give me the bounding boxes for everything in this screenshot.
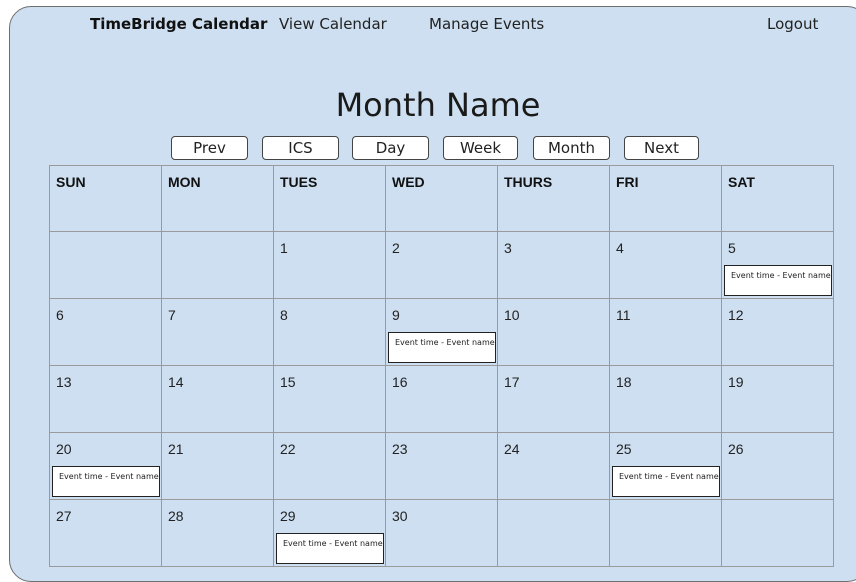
weekday-header-sat: SAT bbox=[721, 165, 834, 232]
day-number: 11 bbox=[616, 307, 631, 323]
day-number: 12 bbox=[728, 307, 744, 323]
day-number: 7 bbox=[168, 307, 176, 323]
week-row: 20 Event time - Event name 21 22 23 24 25 Event… bbox=[49, 432, 834, 500]
nav-view-calendar[interactable]: View Calendar bbox=[279, 15, 387, 33]
day-cell[interactable]: 16 bbox=[385, 365, 498, 433]
day-cell[interactable]: 25 Event time - Event name bbox=[609, 432, 722, 500]
day-cell[interactable]: 22 bbox=[273, 432, 386, 500]
day-cell[interactable]: 15 bbox=[273, 365, 386, 433]
event-item[interactable]: Event time - Event name bbox=[612, 466, 720, 497]
week-view-button[interactable]: Week bbox=[443, 136, 518, 160]
next-button[interactable]: Next bbox=[624, 136, 699, 160]
day-cell[interactable]: 3 bbox=[497, 231, 610, 299]
calendar-grid: SUN MON TUES WED THURS FRI SAT 1 2 3 4 5 Even… bbox=[49, 165, 834, 567]
day-number: 17 bbox=[504, 374, 520, 390]
day-number: 2 bbox=[392, 240, 400, 256]
day-cell[interactable]: 18 bbox=[609, 365, 722, 433]
day-cell[interactable]: 9 Event time - Event name bbox=[385, 298, 498, 366]
weekday-header-mon: MON bbox=[161, 165, 274, 232]
day-cell bbox=[609, 499, 722, 567]
day-cell[interactable]: 4 bbox=[609, 231, 722, 299]
day-cell[interactable]: 12 bbox=[721, 298, 834, 366]
day-cell[interactable]: 21 bbox=[161, 432, 274, 500]
weekday-header-fri: FRI bbox=[609, 165, 722, 232]
event-item[interactable]: Event time - Event name bbox=[276, 533, 384, 564]
month-view-button[interactable]: Month bbox=[533, 136, 610, 160]
day-number: 28 bbox=[168, 508, 184, 524]
day-view-button[interactable]: Day bbox=[352, 136, 429, 160]
day-number: 21 bbox=[168, 441, 184, 457]
day-cell[interactable]: 14 bbox=[161, 365, 274, 433]
week-row: 27 28 29 Event time - Event name 30 bbox=[49, 499, 834, 567]
day-cell[interactable]: 7 bbox=[161, 298, 274, 366]
day-cell[interactable]: 1 bbox=[273, 231, 386, 299]
event-item[interactable]: Event time - Event name bbox=[388, 332, 496, 363]
day-cell[interactable]: 24 bbox=[497, 432, 610, 500]
day-number: 22 bbox=[280, 441, 296, 457]
logout-link[interactable]: Logout bbox=[767, 15, 818, 33]
day-number: 13 bbox=[56, 374, 72, 390]
day-number: 18 bbox=[616, 374, 632, 390]
ics-button[interactable]: ICS bbox=[262, 136, 339, 160]
day-cell[interactable]: 5 Event time - Event name bbox=[721, 231, 834, 299]
app-brand[interactable]: TimeBridge Calendar bbox=[90, 15, 267, 33]
event-item[interactable]: Event time - Event name bbox=[724, 265, 832, 296]
day-number: 29 bbox=[280, 508, 296, 524]
day-cell[interactable]: 29 Event time - Event name bbox=[273, 499, 386, 567]
day-cell bbox=[161, 231, 274, 299]
day-number: 5 bbox=[728, 240, 736, 256]
day-number: 23 bbox=[392, 441, 408, 457]
prev-button[interactable]: Prev bbox=[171, 136, 248, 160]
day-cell[interactable]: 26 bbox=[721, 432, 834, 500]
day-cell[interactable]: 13 bbox=[49, 365, 162, 433]
day-cell[interactable]: 19 bbox=[721, 365, 834, 433]
day-number: 8 bbox=[280, 307, 288, 323]
day-cell[interactable]: 23 bbox=[385, 432, 498, 500]
event-item[interactable]: Event time - Event name bbox=[52, 466, 160, 497]
day-number: 6 bbox=[56, 307, 64, 323]
day-cell[interactable]: 30 bbox=[385, 499, 498, 567]
weekday-header-row: SUN MON TUES WED THURS FRI SAT bbox=[49, 165, 834, 232]
day-cell[interactable]: 6 bbox=[49, 298, 162, 366]
weekday-header-sun: SUN bbox=[49, 165, 162, 232]
nav-manage-events[interactable]: Manage Events bbox=[429, 15, 544, 33]
day-cell bbox=[497, 499, 610, 567]
weekday-header-wed: WED bbox=[385, 165, 498, 232]
day-number: 26 bbox=[728, 441, 744, 457]
week-row: 13 14 15 16 17 18 19 bbox=[49, 365, 834, 433]
day-number: 30 bbox=[392, 508, 408, 524]
day-number: 3 bbox=[504, 240, 512, 256]
day-cell[interactable]: 27 bbox=[49, 499, 162, 567]
day-number: 1 bbox=[280, 240, 288, 256]
day-number: 16 bbox=[392, 374, 408, 390]
day-number: 15 bbox=[280, 374, 296, 390]
day-cell bbox=[721, 499, 834, 567]
week-row: 6 7 8 9 Event time - Event name 10 11 12 bbox=[49, 298, 834, 366]
day-cell[interactable]: 28 bbox=[161, 499, 274, 567]
week-row: 1 2 3 4 5 Event time - Event name bbox=[49, 231, 834, 299]
day-cell[interactable]: 8 bbox=[273, 298, 386, 366]
day-number: 19 bbox=[728, 374, 744, 390]
day-number: 24 bbox=[504, 441, 520, 457]
weekday-header-thu: THURS bbox=[497, 165, 610, 232]
page-title: Month Name bbox=[335, 86, 541, 124]
day-cell[interactable]: 2 bbox=[385, 231, 498, 299]
day-cell bbox=[49, 231, 162, 299]
weekday-header-tue: TUES bbox=[273, 165, 386, 232]
day-number: 20 bbox=[56, 441, 72, 457]
day-cell[interactable]: 17 bbox=[497, 365, 610, 433]
day-number: 14 bbox=[168, 374, 184, 390]
day-number: 27 bbox=[56, 508, 72, 524]
day-number: 25 bbox=[616, 441, 632, 457]
day-number: 4 bbox=[616, 240, 624, 256]
day-number: 10 bbox=[504, 307, 520, 323]
day-cell[interactable]: 20 Event time - Event name bbox=[49, 432, 162, 500]
day-cell[interactable]: 10 bbox=[497, 298, 610, 366]
day-number: 9 bbox=[392, 307, 400, 323]
day-cell[interactable]: 11 bbox=[609, 298, 722, 366]
